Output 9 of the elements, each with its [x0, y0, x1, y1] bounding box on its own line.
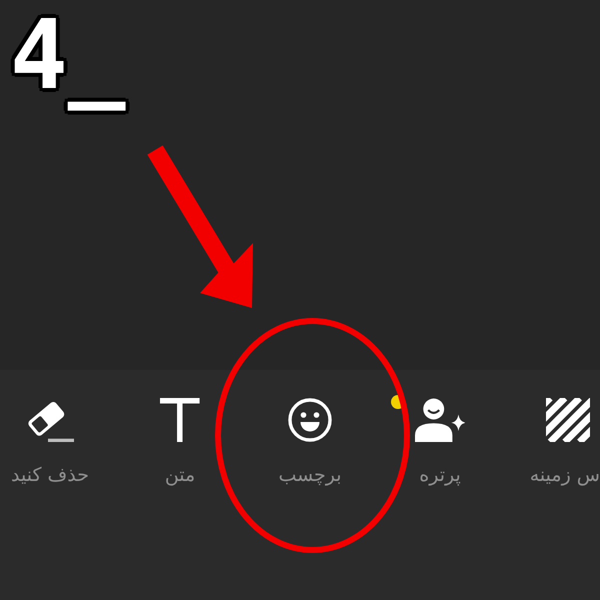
person-sparkle-icon [414, 398, 466, 442]
striped-square-icon [546, 398, 590, 442]
tool-button[interactable]: پرتره [375, 370, 505, 487]
tool-button[interactable]: س زمینه [505, 370, 600, 487]
tool-button[interactable]: متن [115, 370, 245, 487]
text-icon [160, 398, 200, 442]
tool-button[interactable]: حذف کنید [0, 370, 115, 487]
step-label: 4_ [9, 3, 127, 113]
smiley-icon [288, 398, 332, 442]
